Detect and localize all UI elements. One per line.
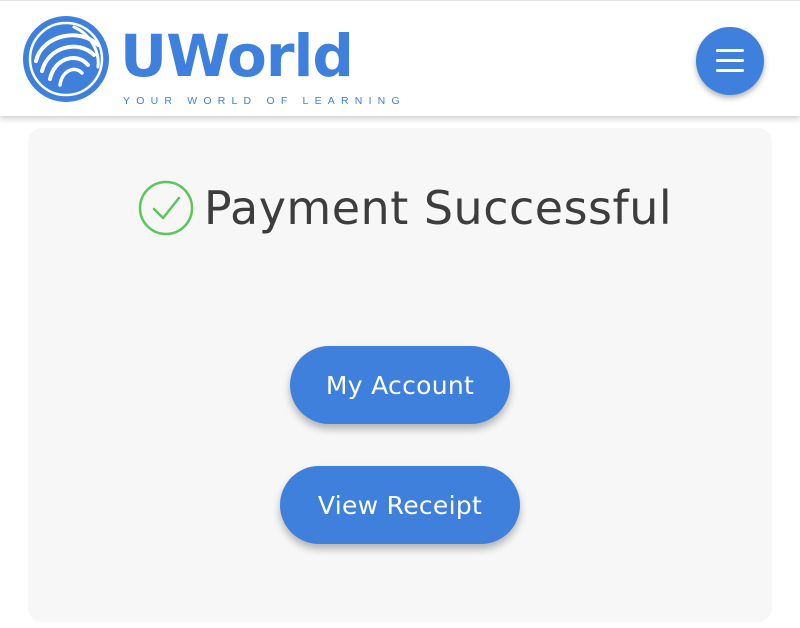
uworld-logo[interactable]: UWorld YOUR WORLD OF LEARNING: [22, 15, 400, 107]
status-heading: Payment Successful: [28, 180, 772, 236]
page-title: Payment Successful: [203, 181, 673, 235]
view-receipt-button[interactable]: View Receipt: [280, 466, 520, 544]
brand-name: UWorld: [120, 22, 354, 90]
brand-tagline: YOUR WORLD OF LEARNING: [123, 95, 406, 107]
check-circle-icon: [138, 180, 194, 236]
page-body: Payment Successful My Account View Recei…: [0, 116, 800, 628]
site-header: UWorld YOUR WORLD OF LEARNING: [0, 0, 800, 116]
menu-button[interactable]: [696, 27, 764, 95]
uworld-globe-logo-icon: [23, 16, 109, 102]
my-account-button[interactable]: My Account: [290, 346, 510, 424]
payment-result-card: Payment Successful My Account View Recei…: [28, 128, 772, 622]
